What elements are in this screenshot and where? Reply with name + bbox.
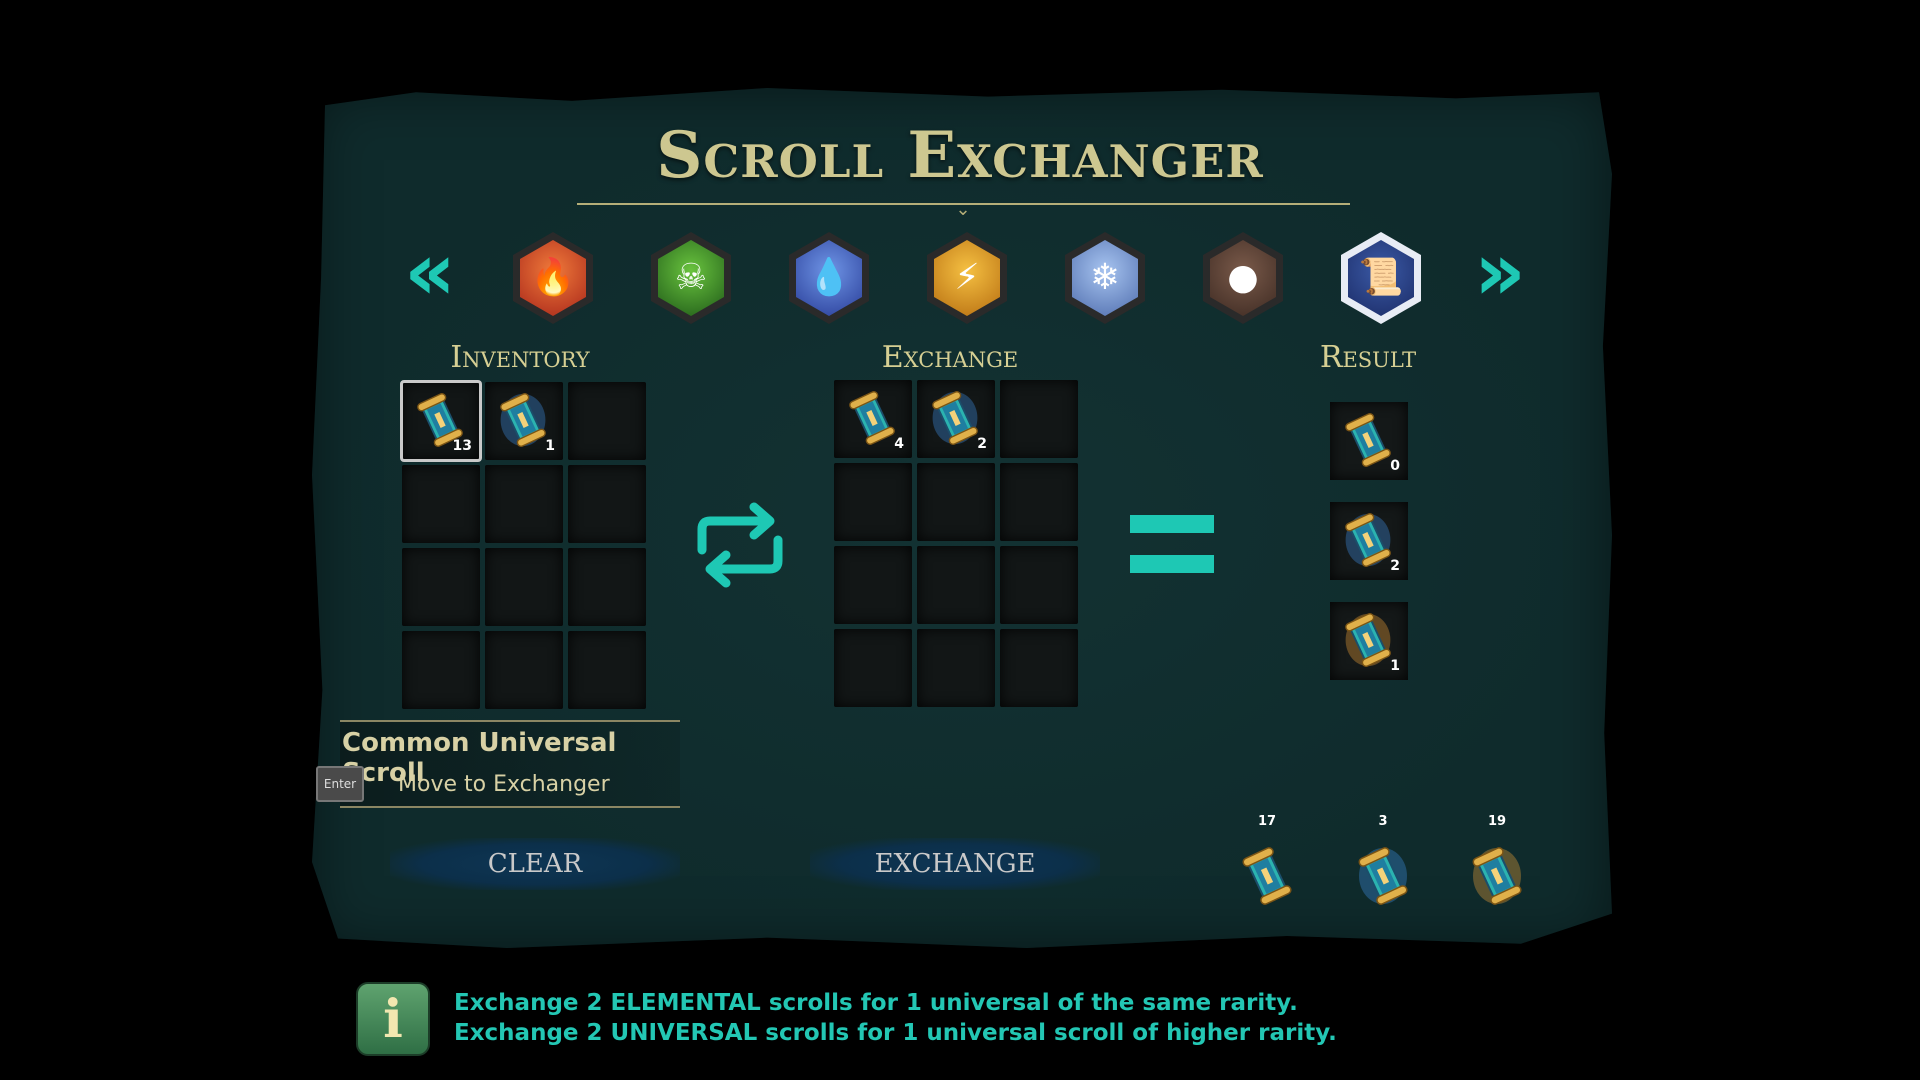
exchange-slot[interactable] — [917, 463, 995, 541]
tab-ice-face: ❄ — [1072, 240, 1138, 316]
inventory-slot[interactable] — [568, 548, 646, 626]
tooltip-hint: Move to Exchanger — [398, 772, 610, 797]
exchange-slot[interactable] — [917, 629, 995, 707]
scroll-icon — [1344, 612, 1392, 668]
water-drop-icon: 💧 — [806, 257, 852, 298]
swap-arrows-icon — [697, 502, 783, 588]
tab-water-face: 💧 — [796, 240, 862, 316]
inventory-label: Inventory — [450, 340, 590, 375]
inventory-slot[interactable] — [485, 465, 563, 543]
inventory-slot[interactable] — [485, 548, 563, 626]
exchange-slot[interactable]: 2 — [917, 380, 995, 458]
tab-lightning-face: ⚡ — [934, 240, 1000, 316]
scroll-total-count: 17 — [1257, 814, 1277, 829]
enter-key-icon[interactable]: Enter — [316, 766, 364, 802]
scroll-total-rare: 3 — [1348, 814, 1418, 910]
fire-icon: 🔥 — [530, 257, 576, 298]
exchange-slot[interactable] — [1000, 546, 1078, 624]
scroll-total-count: 19 — [1487, 814, 1507, 829]
scroll-icon — [1472, 844, 1522, 908]
inventory-slot[interactable] — [402, 631, 480, 709]
exchange-slot[interactable] — [834, 463, 912, 541]
result-slot: 0 — [1330, 402, 1408, 480]
tab-poison-face: ☠ — [658, 240, 724, 316]
scroll-total-epic: 19 — [1462, 814, 1532, 910]
inventory-slot[interactable]: 13 — [400, 380, 482, 462]
inventory-slot[interactable] — [402, 548, 480, 626]
scroll-icon — [1344, 412, 1392, 468]
clear-button[interactable]: CLEAR — [390, 838, 680, 890]
exchange-slot[interactable] — [1000, 463, 1078, 541]
scroll-icon — [1358, 844, 1408, 908]
inventory-slot[interactable] — [568, 631, 646, 709]
tab-universal-face: 📜 — [1348, 240, 1414, 316]
exchange-slot[interactable] — [1000, 629, 1078, 707]
exchange-slot[interactable]: 4 — [834, 380, 912, 458]
next-tab-arrow[interactable]: » — [1460, 232, 1540, 318]
scroll-icon: 📜 — [1358, 257, 1404, 298]
snowflake-icon: ❄ — [1089, 257, 1121, 298]
item-tooltip: Common Universal Scroll Enter Move to Ex… — [316, 720, 680, 808]
scroll-icon — [931, 390, 979, 446]
exchange-slot[interactable] — [834, 629, 912, 707]
exchange-slot[interactable] — [1000, 380, 1078, 458]
scroll-icon — [1242, 844, 1292, 908]
exchange-button[interactable]: EXCHANGE — [810, 838, 1100, 890]
result-slot: 1 — [1330, 602, 1408, 680]
scroll-total-common: 17 — [1232, 814, 1302, 910]
exchange-label: Exchange — [881, 340, 1019, 375]
info-line-2: Exchange 2 UNIVERSAL scrolls for 1 unive… — [454, 1020, 1337, 1046]
info-line-1: Exchange 2 ELEMENTAL scrolls for 1 unive… — [454, 990, 1298, 1016]
rock-icon: ● — [1227, 257, 1259, 298]
tab-earth-face: ● — [1210, 240, 1276, 316]
inventory-slot[interactable] — [485, 631, 563, 709]
lightning-icon: ⚡ — [954, 257, 980, 298]
item-count: 4 — [894, 436, 904, 452]
scroll-total-count: 3 — [1378, 814, 1388, 829]
inventory-slot[interactable] — [402, 465, 480, 543]
previous-tab-arrow[interactable]: « — [390, 232, 470, 318]
skull-icon: ☠ — [674, 257, 708, 298]
result-count: 1 — [1390, 658, 1400, 674]
info-icon: i — [356, 982, 430, 1056]
result-label: Result — [1319, 340, 1417, 375]
inventory-slot[interactable] — [568, 465, 646, 543]
scroll-icon — [499, 392, 547, 448]
scroll-icon — [1344, 512, 1392, 568]
chevron-down-icon: ⌄ — [955, 199, 971, 220]
tab-fire-face: 🔥 — [520, 240, 586, 316]
inventory-slot[interactable] — [568, 382, 646, 460]
inventory-slot[interactable]: 1 — [485, 382, 563, 460]
item-count: 1 — [545, 438, 555, 454]
result-count: 0 — [1390, 458, 1400, 474]
scroll-icon — [848, 390, 896, 446]
info-text: Exchange 2 ELEMENTAL scrolls for 1 unive… — [454, 988, 1337, 1048]
item-count: 2 — [977, 436, 987, 452]
page-title: Scroll Exchanger — [656, 118, 1264, 193]
exchange-slot[interactable] — [834, 546, 912, 624]
equals-icon — [1130, 515, 1214, 575]
result-count: 2 — [1390, 558, 1400, 574]
item-count: 13 — [452, 438, 472, 454]
result-slot: 2 — [1330, 502, 1408, 580]
exchange-slot[interactable] — [917, 546, 995, 624]
